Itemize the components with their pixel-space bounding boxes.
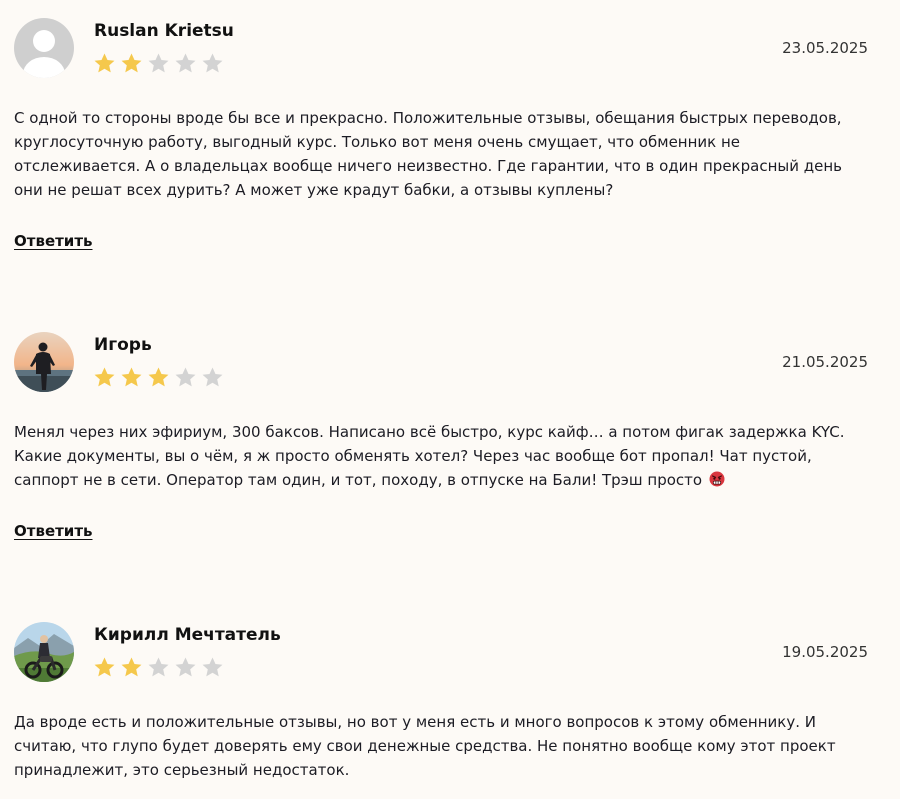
star-empty-icon bbox=[148, 657, 169, 677]
man-sunset-photo-icon bbox=[14, 332, 74, 392]
star-empty-icon bbox=[175, 657, 196, 677]
star-empty-icon bbox=[202, 367, 223, 387]
star-empty-icon bbox=[202, 657, 223, 677]
motorcycle-mountains-photo-icon bbox=[14, 622, 74, 682]
rating-stars bbox=[93, 366, 224, 389]
star-filled-icon bbox=[121, 53, 142, 73]
rating-stars bbox=[93, 52, 224, 75]
review-author: Ruslan Krietsu bbox=[94, 21, 234, 41]
review-text: Да вроде есть и положительные отзывы, но… bbox=[14, 713, 836, 779]
review-date: 21.05.2025 bbox=[782, 353, 868, 371]
angry-face-icon bbox=[709, 470, 725, 494]
avatar bbox=[14, 622, 74, 682]
avatar bbox=[14, 18, 74, 78]
reply-link[interactable]: Ответить bbox=[14, 522, 93, 540]
user-placeholder-icon bbox=[14, 18, 74, 78]
review-author: Кирилл Мечтатель bbox=[94, 625, 281, 645]
star-empty-icon bbox=[175, 53, 196, 73]
review-text: Менял через них эфириум, 300 баксов. Нап… bbox=[14, 420, 864, 494]
review-author: Игорь bbox=[94, 335, 152, 355]
star-filled-icon bbox=[121, 657, 142, 677]
star-filled-icon bbox=[94, 657, 115, 677]
review-date: 23.05.2025 bbox=[782, 39, 868, 57]
star-filled-icon bbox=[94, 53, 115, 73]
star-filled-icon bbox=[148, 367, 169, 387]
review-date: 19.05.2025 bbox=[782, 643, 868, 661]
avatar bbox=[14, 332, 74, 392]
rating-stars bbox=[93, 656, 224, 679]
star-empty-icon bbox=[175, 367, 196, 387]
review-text: С одной то стороны вроде бы все и прекра… bbox=[14, 109, 842, 199]
star-empty-icon bbox=[148, 53, 169, 73]
reply-link[interactable]: Ответить bbox=[14, 232, 93, 250]
star-filled-icon bbox=[121, 367, 142, 387]
star-empty-icon bbox=[202, 53, 223, 73]
star-filled-icon bbox=[94, 367, 115, 387]
